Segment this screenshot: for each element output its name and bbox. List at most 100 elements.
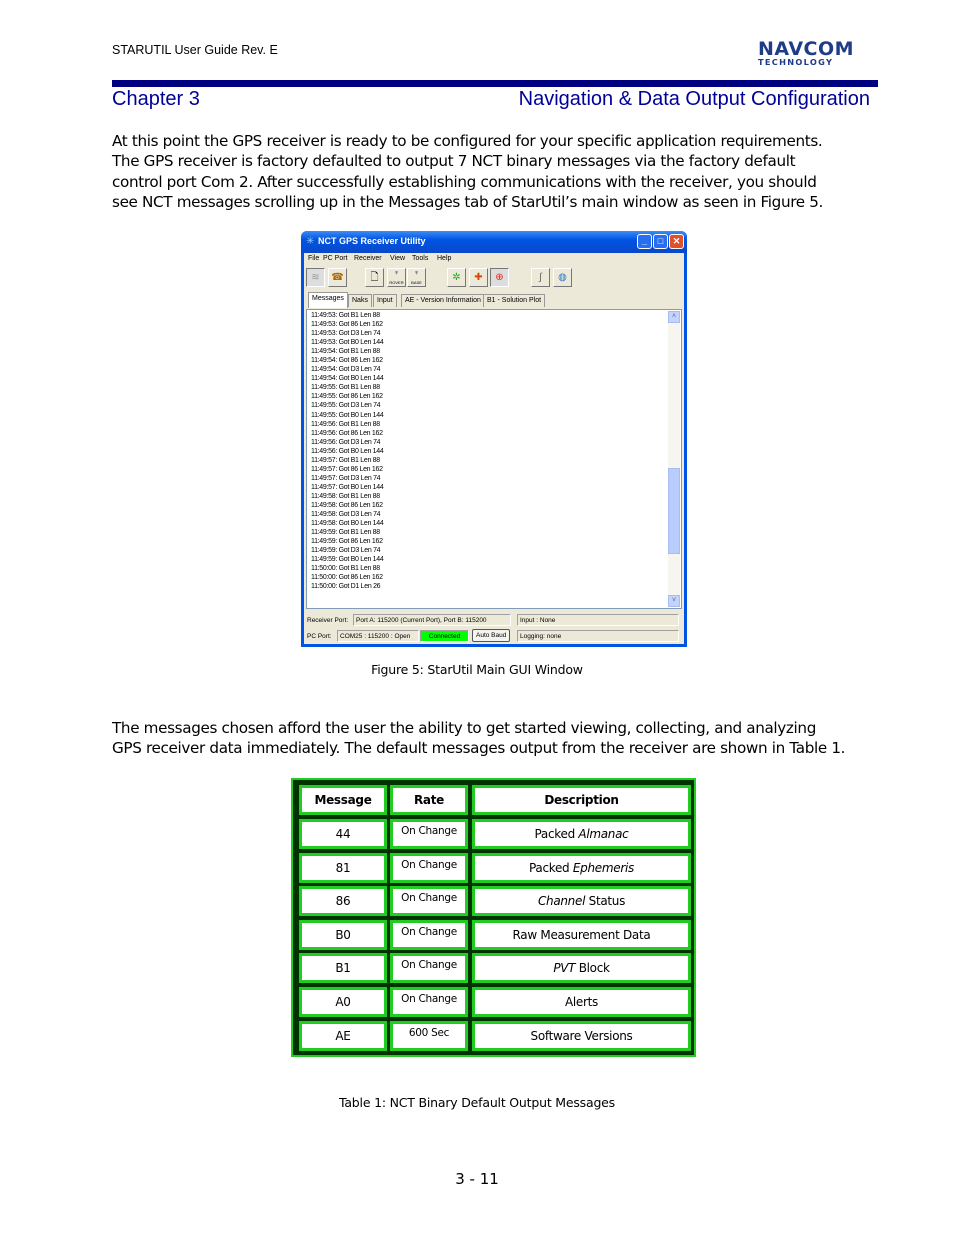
logo-wordmark: NAVCOM bbox=[758, 38, 855, 60]
satellite-icon: ✲ bbox=[452, 272, 461, 283]
phone-connect-icon: ☎ bbox=[331, 272, 344, 283]
menu-pc-port[interactable]: PC Port bbox=[323, 255, 348, 262]
description-emphasis: PVT bbox=[553, 961, 576, 976]
message-row: 11:49:54: Got D3 Len 74 bbox=[311, 366, 381, 374]
messages-rows: 11:49:53: Got B1 Len 88 11:49:53: Got 86 … bbox=[307, 310, 681, 591]
second-paragraph: The messages chosen afford the user the … bbox=[112, 718, 872, 759]
connection-status-badge: Connected bbox=[420, 630, 469, 642]
table-cell-rate: On Change bbox=[390, 852, 468, 883]
scroll-down-button[interactable]: ˅ bbox=[668, 595, 680, 607]
table-cell-description: Raw Measurement Data bbox=[472, 919, 691, 950]
menu-receiver[interactable]: Receiver bbox=[354, 255, 382, 262]
tab-ae-version-information[interactable]: AE - Version Information bbox=[401, 294, 485, 307]
message-row: 11:49:57: Got D3 Len 74 bbox=[311, 474, 381, 482]
paragraph-line: At this point the GPS receiver is ready … bbox=[112, 132, 823, 150]
messages-list[interactable]: 11:49:53: Got B1 Len 88 11:49:53: Got 86 … bbox=[306, 309, 682, 609]
table-cell-message: A0 bbox=[299, 987, 387, 1017]
tab-b1-solution-plot[interactable]: B1 - Solution Plot bbox=[483, 294, 546, 307]
minimize-button[interactable]: _ bbox=[637, 234, 652, 249]
message-row: 11:49:58: Got B0 Len 144 bbox=[311, 520, 384, 528]
message-row: 11:49:58: Got 86 Len 162 bbox=[311, 501, 383, 509]
menu-file[interactable]: File bbox=[308, 255, 319, 262]
connect-button[interactable]: ☎ bbox=[328, 268, 347, 287]
scrollbar-thumb[interactable] bbox=[668, 468, 680, 555]
table-cell-description: PVT Block bbox=[472, 953, 691, 984]
disconnect-button[interactable]: ≋ bbox=[306, 268, 325, 287]
paragraph-line: The messages chosen afford the user the … bbox=[112, 719, 816, 737]
message-row: 11:49:59: Got B0 Len 144 bbox=[311, 556, 384, 564]
input-status-field: Input : None bbox=[517, 614, 679, 626]
description-text: Software Versions bbox=[530, 1028, 633, 1043]
base-button[interactable]: ♆ BASE bbox=[407, 268, 426, 287]
document-title: STARUTIL User Guide Rev. E bbox=[112, 43, 278, 57]
satellite-button[interactable]: ✲ bbox=[447, 268, 466, 287]
message-row: 11:49:59: Got D3 Len 74 bbox=[311, 547, 381, 555]
logging-status-field: Logging: none bbox=[517, 630, 679, 642]
minimize-icon: _ bbox=[641, 236, 647, 246]
table-cell-message: B0 bbox=[299, 919, 387, 950]
table-cell-rate: On Change bbox=[390, 987, 468, 1017]
default-messages-table: Message Rate Description 44 On Change Pack… bbox=[291, 778, 696, 1057]
rover-button[interactable]: ♆ ROVER bbox=[387, 268, 406, 287]
pc-port-label: PC Port: bbox=[307, 633, 332, 640]
logo-subtitle: TECHNOLOGY bbox=[758, 57, 834, 67]
table-cell-rate: On Change bbox=[390, 919, 468, 950]
toolbar: ≋ ☎ 🗋 ♆ ROVER ♆ BASE ✲ ✚ ⊕ ∫ ◍ bbox=[304, 266, 684, 290]
rover-label: ROVER bbox=[389, 280, 404, 285]
message-row: 11:49:55: Got D3 Len 74 bbox=[311, 402, 381, 410]
menu-bar: File PC Port Receiver View Tools Help bbox=[304, 253, 684, 265]
globe-button[interactable]: ◍ bbox=[553, 268, 572, 287]
message-row: 11:49:57: Got B0 Len 144 bbox=[311, 483, 384, 491]
pc-port-field: COM25 : 115200 : Open bbox=[337, 630, 419, 642]
auto-baud-button[interactable]: Auto Baud bbox=[472, 629, 511, 642]
message-row: 11:50:00: Got B1 Len 88 bbox=[311, 565, 380, 573]
chapter-title: Navigation & Data Output Configuration bbox=[518, 88, 870, 110]
table-cell-description: Software Versions bbox=[472, 1020, 691, 1051]
message-row: 11:50:00: Got D1 Len 26 bbox=[311, 583, 381, 591]
close-button[interactable]: ✕ bbox=[669, 234, 684, 249]
table-cell-message: B1 bbox=[299, 953, 387, 984]
position-button[interactable]: ✚ bbox=[469, 268, 488, 287]
message-row: 11:49:55: Got B0 Len 144 bbox=[311, 411, 384, 419]
cable-button[interactable]: ∫ bbox=[531, 268, 550, 287]
table-cell-description: Alerts bbox=[472, 987, 691, 1017]
globe-search-icon: ◍ bbox=[558, 272, 567, 283]
receiver-port-label: Receiver Port: bbox=[307, 617, 349, 624]
message-row: 11:49:54: Got B0 Len 144 bbox=[311, 375, 384, 383]
table-cell-message: 44 bbox=[299, 819, 387, 849]
chapter-label: Chapter 3 bbox=[112, 88, 200, 110]
message-row: 11:50:00: Got 86 Len 162 bbox=[311, 574, 383, 582]
vertical-scrollbar[interactable]: ˄ ˅ bbox=[668, 311, 680, 607]
message-row: 11:49:53: Got D3 Len 74 bbox=[311, 330, 381, 338]
app-window-screenshot: ✳ NCT GPS Receiver Utility _ □ ✕ File PC… bbox=[301, 231, 687, 647]
navcom-logo: NAVCOM TECHNOLOGY bbox=[758, 38, 878, 67]
message-row: 11:49:53: Got 86 Len 162 bbox=[311, 321, 383, 329]
rover-icon: ♆ bbox=[393, 270, 400, 277]
menu-help[interactable]: Help bbox=[437, 255, 451, 262]
page-number: 3 - 11 bbox=[455, 1170, 499, 1188]
scroll-up-button[interactable]: ˄ bbox=[668, 311, 680, 323]
message-row: 11:49:57: Got B1 Len 88 bbox=[311, 456, 380, 464]
message-row: 11:49:53: Got B0 Len 144 bbox=[311, 339, 384, 347]
tab-input[interactable]: Input bbox=[373, 294, 397, 307]
message-row: 11:49:55: Got 86 Len 162 bbox=[311, 393, 383, 401]
header-description: Description bbox=[472, 785, 691, 815]
menu-view[interactable]: View bbox=[390, 255, 405, 262]
maximize-button[interactable]: □ bbox=[653, 234, 668, 249]
message-row: 11:49:59: Got 86 Len 162 bbox=[311, 538, 383, 546]
message-row: 11:49:54: Got B1 Len 88 bbox=[311, 348, 380, 356]
header-rule bbox=[112, 80, 878, 87]
paragraph-line: GPS receiver data immediately. The defau… bbox=[112, 739, 846, 758]
window-titlebar: ✳ NCT GPS Receiver Utility _ □ ✕ bbox=[301, 231, 687, 253]
new-button[interactable]: 🗋 bbox=[365, 268, 384, 287]
tab-messages[interactable]: Messages bbox=[308, 292, 348, 308]
target-button[interactable]: ⊕ bbox=[490, 268, 509, 287]
tab-naks[interactable]: Naks bbox=[348, 294, 372, 307]
message-row: 11:49:59: Got B1 Len 88 bbox=[311, 529, 380, 537]
table-cell-rate: 600 Sec bbox=[390, 1020, 468, 1051]
window-title: NCT GPS Receiver Utility bbox=[318, 236, 426, 246]
table-cell-rate: On Change bbox=[390, 819, 468, 849]
table-caption: Table 1: NCT Binary Default Output Messa… bbox=[338, 1095, 615, 1110]
intro-paragraph: At this point the GPS receiver is ready … bbox=[112, 131, 872, 212]
menu-tools[interactable]: Tools bbox=[412, 255, 428, 262]
